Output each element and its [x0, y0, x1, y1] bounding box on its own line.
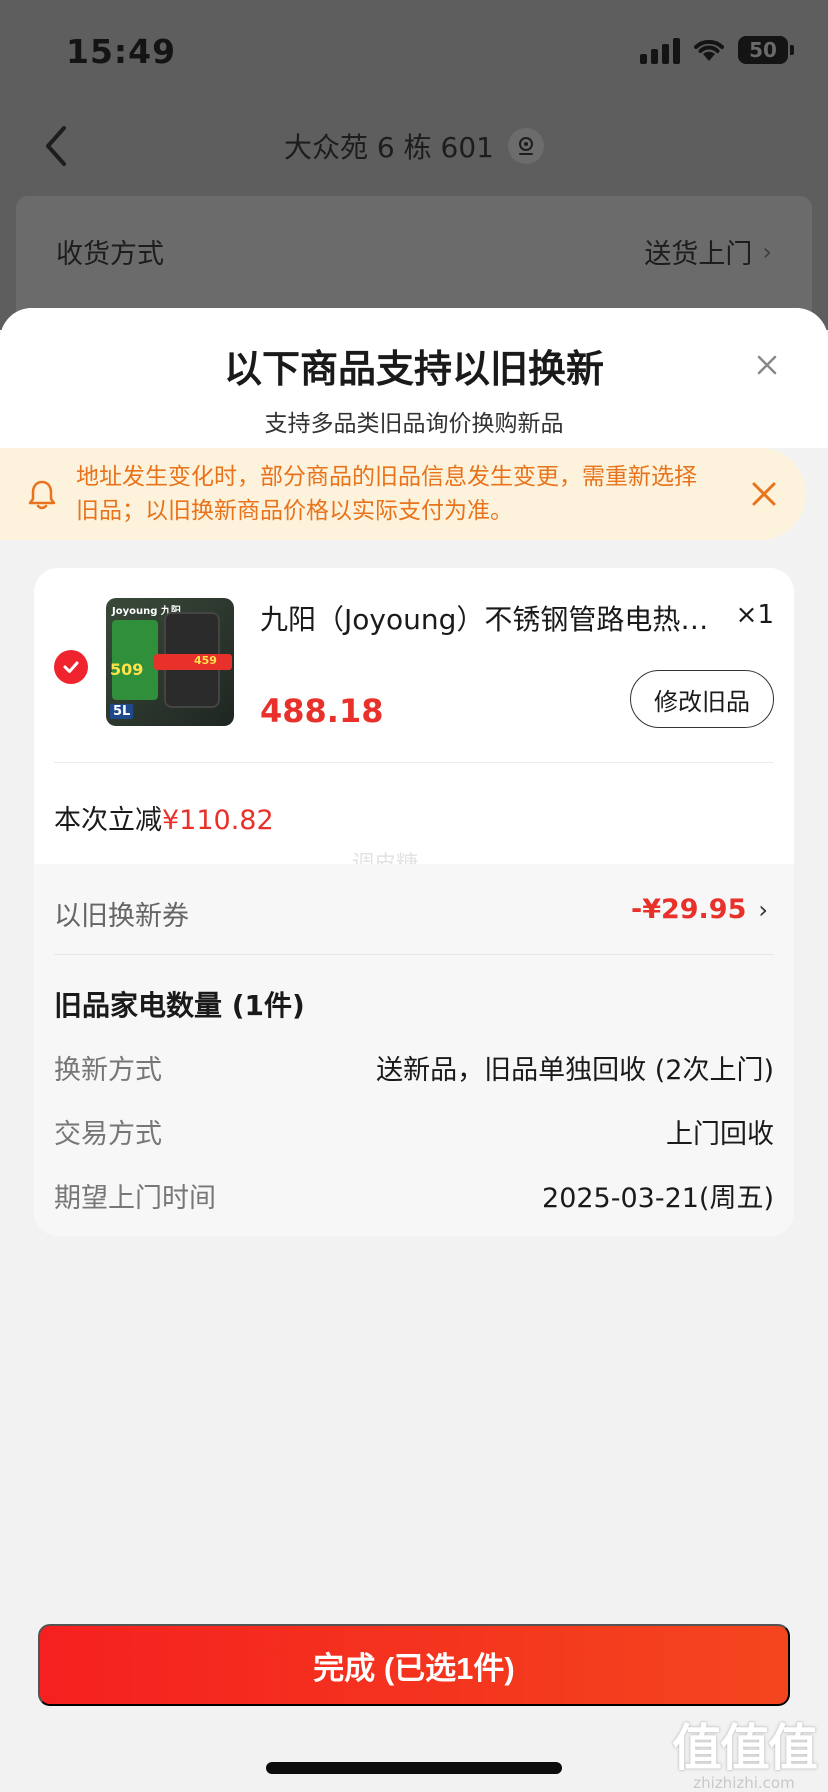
battery-level: 50: [749, 38, 777, 62]
product-price: 488.18: [260, 692, 384, 730]
signal-icon: [640, 36, 680, 64]
coupon-amount: -¥29.95: [630, 894, 747, 925]
discount-amount: ¥110.82: [162, 805, 274, 836]
battery-icon: 50: [738, 36, 794, 64]
divider: [54, 954, 774, 955]
site-logo-sub: zhizhizhi.com: [693, 1774, 795, 1792]
trade-in-sheet: 以下商品支持以旧换新 支持多品类旧品询价换购新品 地址发生变化时，部分商品的旧品…: [0, 308, 828, 1792]
info-label: 换新方式: [54, 1055, 162, 1086]
check-icon[interactable]: [54, 650, 88, 684]
status-icons: 50: [640, 36, 794, 64]
image-big-number: 509: [110, 660, 144, 679]
coupon-selector[interactable]: -¥29.95 ›: [631, 894, 768, 925]
sheet-title: 以下商品支持以旧换新: [223, 347, 604, 391]
chevron-right-icon: ›: [762, 237, 772, 266]
status-time: 15:49: [66, 32, 177, 71]
info-row-trade-method: 交易方式 上门回收: [54, 1112, 774, 1151]
delivery-value-text: 送货上门: [644, 239, 753, 270]
wifi-icon: [694, 39, 724, 61]
info-row-visit-time: 期望上门时间 2025-03-21(周五): [54, 1176, 774, 1215]
image-price: 459: [194, 654, 217, 667]
done-button[interactable]: 完成 (已选1件): [38, 1624, 790, 1706]
coupon-label: 以旧换新券: [54, 901, 189, 932]
image-capacity: 5L: [110, 704, 134, 719]
bell-icon: [28, 480, 56, 510]
modify-old-item-button[interactable]: 修改旧品: [630, 670, 774, 728]
discount-label: 本次立减: [54, 805, 162, 836]
product-image[interactable]: Joyoung 九阳 509 459 5L: [106, 598, 234, 726]
close-icon[interactable]: [750, 480, 778, 508]
info-label: 期望上门时间: [54, 1183, 216, 1214]
address-title[interactable]: 大众苑 6 栋 601: [284, 126, 494, 166]
product-name[interactable]: 九阳（Joyoung）不锈钢管路电热水壶家用全自动: [260, 598, 710, 638]
close-icon[interactable]: [750, 348, 784, 382]
sheet-header: 以下商品支持以旧换新 支持多品类旧品询价换购新品: [0, 308, 828, 448]
product-card: Joyoung 九阳 509 459 5L 九阳（Joyoung）不锈钢管路电热…: [34, 568, 794, 1236]
nav-title-bar: 大众苑 6 栋 601: [0, 126, 828, 166]
product-quantity: ×1: [735, 600, 774, 630]
site-logo-main: 值值值: [672, 1718, 818, 1777]
old-item-details: 以旧换新券 -¥29.95 › 旧品家电数量 (1件) 换新方式 送新品，旧品单…: [34, 864, 794, 1236]
notice-text: 地址发生变化时，部分商品的旧品信息发生变更，需重新选择旧品；以旧换新商品价格以实…: [76, 464, 697, 524]
site-watermark-logo: 值值值 zhizhizhi.com: [672, 1708, 818, 1792]
info-value: 2025-03-21(周五): [542, 1183, 774, 1214]
delivery-label: 收货方式: [56, 239, 164, 270]
image-red-banner: [154, 654, 232, 670]
info-label: 交易方式: [54, 1119, 162, 1150]
discount-line: 本次立减¥110.82: [54, 798, 274, 837]
chevron-right-icon: ›: [758, 895, 768, 924]
address-change-notice: 地址发生变化时，部分商品的旧品信息发生变更，需重新选择旧品；以旧换新商品价格以实…: [0, 448, 806, 540]
old-items-title: 旧品家电数量 (1件): [54, 989, 305, 1022]
divider: [54, 762, 774, 763]
home-indicator: [266, 1762, 562, 1774]
info-value: 上门回收: [666, 1119, 774, 1150]
info-value: 送新品，旧品单独回收 (2次上门): [376, 1055, 774, 1086]
status-bar: 15:49 50: [0, 0, 828, 100]
sheet-subtitle: 支持多品类旧品询价换购新品: [264, 411, 564, 437]
location-pin-icon[interactable]: [507, 128, 544, 164]
info-row-exchange-method: 换新方式 送新品，旧品单独回收 (2次上门): [54, 1048, 774, 1087]
background-page: 15:49 50 大众苑 6 栋 601 收货方式 送货上门 ›: [0, 0, 828, 330]
delivery-value[interactable]: 送货上门 ›: [644, 232, 772, 271]
